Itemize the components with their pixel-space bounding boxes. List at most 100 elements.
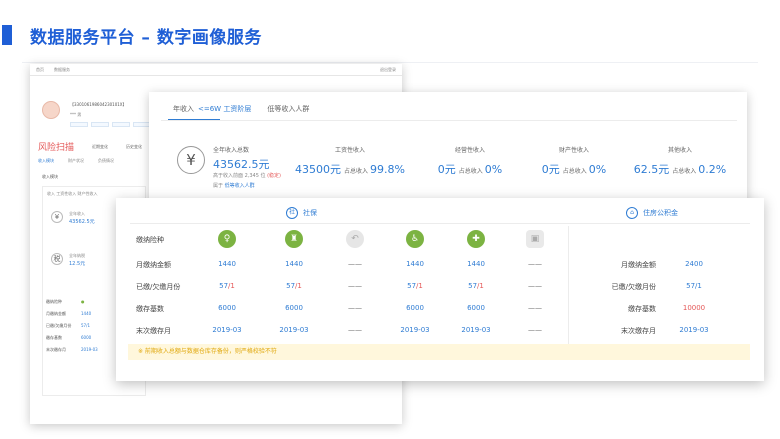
- income-item-wage: 工资性收入 43500元 占总收入 99.8%: [295, 145, 405, 177]
- item2-label: 全年纳税: [69, 253, 85, 258]
- owed-months: /1: [477, 282, 484, 290]
- page-title: 数据服务平台 – 数字画像服务: [30, 27, 262, 48]
- logout-link[interactable]: 退出登录: [380, 67, 396, 73]
- owed-months: /1: [228, 282, 235, 290]
- paid-pension: 57/1: [197, 282, 257, 290]
- base-maternity: 6000: [467, 304, 485, 312]
- mini-label: 已缴/欠缴月份: [46, 323, 72, 328]
- last-unemployment: ——: [348, 326, 362, 334]
- fund-label-amount: 月缴纳金额: [621, 261, 656, 269]
- paid-medical: 57/1: [264, 282, 324, 290]
- nav-data-service[interactable]: 数据服务: [54, 67, 70, 73]
- fund-value-last: 2019-03: [679, 326, 709, 334]
- tab-assets[interactable]: 财产状况: [68, 158, 84, 164]
- mini-label: 末次缴存月: [46, 347, 66, 352]
- paid-months: 57: [468, 282, 478, 290]
- row-label-base: 缴存基数: [136, 305, 164, 313]
- unemployment-icon[interactable]: ↶: [346, 230, 364, 248]
- income-item-pct: 0%: [588, 163, 607, 176]
- base-unemployment: ——: [348, 304, 362, 312]
- income-item-label: 工资性收入: [334, 147, 365, 154]
- box-head: 收入 工资性收入 财产性收入: [47, 191, 98, 196]
- fund-label-paid: 已缴/欠缴月份: [611, 283, 656, 291]
- item2-value: 12.5元: [69, 261, 86, 267]
- tab-debt[interactable]: 负债情况: [98, 158, 114, 164]
- base-injury: 6000: [406, 304, 424, 312]
- social-title: 社保: [303, 209, 317, 217]
- mini-label: 缴存基数: [46, 335, 62, 340]
- share-label: 占总收入: [458, 168, 483, 175]
- back-tabs: 收入模块 财产状况 负债情况: [38, 158, 114, 164]
- title-accent: [2, 25, 12, 45]
- rank-text: 高于收入前面 2,345 位: [213, 173, 266, 179]
- social-icon: 社: [286, 207, 298, 219]
- share-label: 占总收入: [344, 168, 369, 175]
- section-divider: [130, 223, 750, 224]
- medical-icon[interactable]: ♜: [285, 230, 303, 248]
- paid-injury: 57/1: [385, 282, 445, 290]
- paid-maternity: 57/1: [446, 282, 506, 290]
- income-item-value: 0元: [541, 163, 560, 176]
- avatar: [42, 101, 60, 119]
- yen-icon: ¥: [51, 211, 63, 223]
- amount-unemployment: ——: [348, 260, 362, 268]
- income-divider: [161, 120, 737, 121]
- fund-value-paid: 57/1: [686, 282, 702, 290]
- section-separator: [568, 226, 569, 344]
- nav-home[interactable]: 首页: [36, 67, 44, 73]
- income-item-pct: 0.2%: [698, 163, 727, 176]
- tab-wage-class[interactable]: <=6W 工资阶层: [198, 104, 251, 114]
- tab-low-income[interactable]: 低等收入人群: [267, 104, 309, 114]
- mini-value: 6000: [81, 335, 92, 340]
- amount-injury: 1440: [406, 260, 424, 268]
- risk-recent[interactable]: 近期变化: [92, 144, 108, 150]
- mini-value: 57/1: [81, 323, 90, 328]
- mini-label: 月缴纳金额: [46, 311, 66, 316]
- injury-icon[interactable]: ♿: [406, 230, 424, 248]
- paid-other: ——: [505, 282, 565, 290]
- fund-header: ⌂ 住房公积金: [626, 207, 678, 219]
- other-icon[interactable]: ▣: [526, 230, 544, 248]
- row-label-amount: 月缴纳金额: [136, 261, 171, 269]
- rank-flag: (稳定): [267, 173, 281, 179]
- pension-icon[interactable]: ♀: [218, 230, 236, 248]
- fund-value-base: 10000: [682, 304, 706, 312]
- income-rank: 高于收入前面 2,345 位 (稳定): [213, 172, 281, 179]
- fund-label-base: 缴存基数: [628, 305, 656, 313]
- owed-months: /1: [295, 282, 302, 290]
- income-item-label: 经营性收入: [454, 147, 485, 154]
- paid-months: 57: [286, 282, 296, 290]
- row-label-paid: 已缴/欠缴月份: [136, 283, 181, 291]
- social-fund-panel: 社 社保 ⌂ 住房公积金 缴纳险种 月缴纳金额 已缴/欠缴月份 缴存基数 末次缴…: [116, 198, 764, 381]
- tab-annual-income[interactable]: 年收入: [173, 104, 194, 114]
- social-header: 社 社保: [286, 207, 317, 219]
- profile-id: 【330106198604230101X】: [70, 102, 127, 107]
- warning-note: ※ 前期收入总额与数据仓库存备份，则严格校验不符: [128, 344, 750, 360]
- fund-value-amount: 2400: [685, 260, 703, 268]
- income-module-title: 收入模块: [42, 174, 58, 179]
- income-item-pct: 0%: [484, 163, 503, 176]
- group-link[interactable]: 低等收入人群: [225, 183, 255, 189]
- maternity-icon[interactable]: ✚: [467, 230, 485, 248]
- income-group: 属于 低等收入人群: [213, 182, 255, 189]
- row-label-last: 末次缴存月: [136, 327, 171, 335]
- income-item-label: 财产性收入: [558, 147, 589, 154]
- total-income-label: 全年收入总数: [213, 147, 250, 154]
- tab-income[interactable]: 收入模块: [38, 158, 54, 164]
- income-item-value: 43500元: [295, 163, 342, 176]
- share-label: 占总收入: [562, 168, 587, 175]
- base-medical: 6000: [285, 304, 303, 312]
- last-maternity: 2019-03: [461, 326, 491, 334]
- paid-months: 57: [219, 282, 229, 290]
- paid-months: ——: [348, 282, 362, 290]
- paid-months: ——: [528, 282, 542, 290]
- fund-title: 住房公积金: [643, 209, 678, 217]
- risk-scan-title: 风险扫描: [38, 143, 75, 153]
- page-header: 数据服务平台 – 数字画像服务: [0, 24, 262, 48]
- last-pension: 2019-03: [212, 326, 242, 334]
- income-panel: 年收入 <=6W 工资阶层 低等收入人群 ¥ 全年收入总数 43562.5元 高…: [149, 92, 747, 210]
- back-topbar: 首页 数据服务 退出登录: [30, 64, 402, 76]
- income-tabs: 年收入 <=6W 工资阶层 低等收入人群: [173, 104, 309, 114]
- risk-history[interactable]: 历史变化: [126, 144, 142, 150]
- mini-value: 2019-03: [81, 347, 98, 352]
